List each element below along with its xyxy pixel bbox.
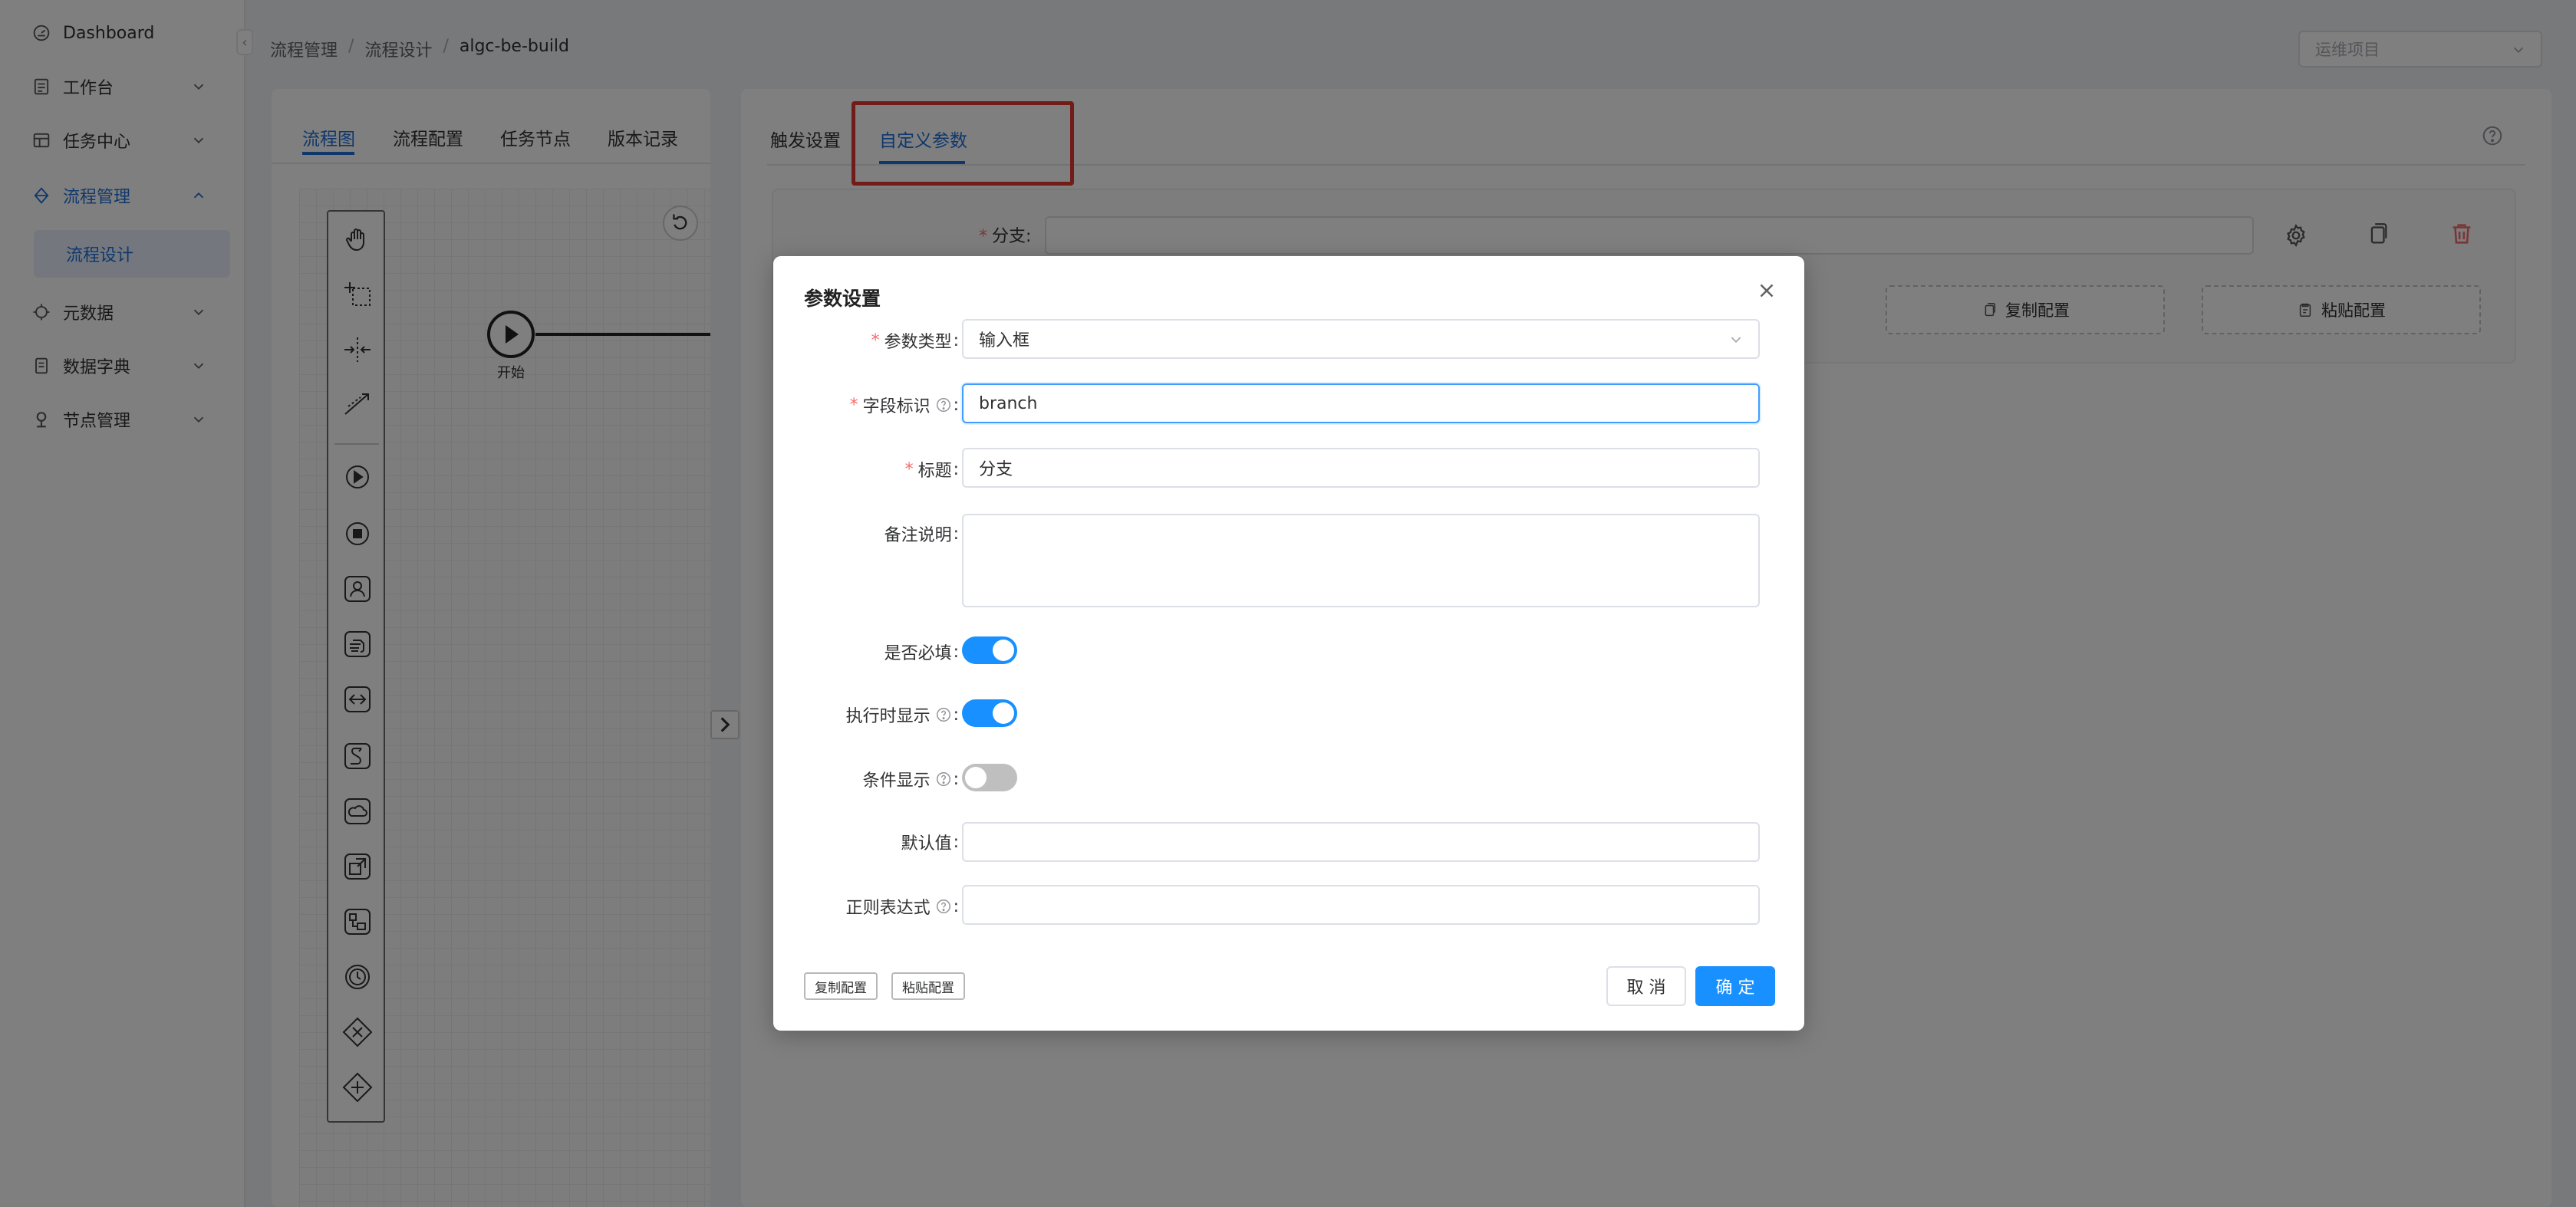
remark-textarea[interactable] [962,514,1760,607]
modal-paste-config-button[interactable]: 粘贴配置 [891,972,965,1000]
label-colon: : [953,832,959,852]
label-colon: : [953,769,959,789]
required-mark: * [849,395,858,415]
label-colon: : [953,642,959,662]
param-type-label: * 参数类型: [871,328,959,353]
dialog-title: 参数设置 [804,288,881,310]
conditional-label: 条件显示 : [863,767,959,791]
required-mark: * [871,331,880,350]
title-input[interactable]: 分支 [962,448,1760,488]
regex-label: 正则表达式 : [846,894,959,919]
label-text: 字段标识 [862,397,931,416]
label-text: 参数类型 [884,333,952,352]
show-on-exec-switch[interactable] [962,699,1017,727]
label-text: 备注说明 [884,526,952,545]
help-icon[interactable] [935,396,952,413]
param-type-value: 输入框 [979,331,1030,350]
default-value-label: 默认值: [901,830,959,854]
label-text: 执行时显示 [845,707,931,726]
label-colon: : [953,705,959,725]
label-text: 默认值 [901,834,952,853]
help-icon[interactable] [935,706,952,723]
label-colon: : [953,395,959,415]
switch-knob [993,702,1014,724]
close-icon[interactable] [1755,279,1778,302]
label-colon: : [953,331,959,350]
help-icon[interactable] [935,771,952,788]
required-label: 是否必填: [884,640,959,664]
field-id-label: * 字段标识 : [850,393,959,417]
remark-label: 备注说明: [884,521,959,546]
label-text: 条件显示 [862,771,931,791]
title-value: 分支 [979,460,1013,479]
switch-knob [993,640,1014,661]
help-icon[interactable] [935,898,952,915]
param-type-select[interactable]: 输入框 [962,319,1760,359]
chevron-down-icon [1728,331,1744,348]
param-settings-dialog: 参数设置 * 参数类型: 输入框 * 字段标识 : branch * 标题: 分… [773,256,1804,1031]
label-colon: : [953,459,959,479]
label-text: 正则表达式 [845,899,931,918]
regex-input[interactable] [962,885,1760,925]
label-text: 是否必填 [884,644,952,663]
conditional-switch[interactable] [962,764,1017,791]
title-label: * 标题: [905,457,959,482]
switch-knob [965,767,987,788]
label-text: 标题 [917,462,952,481]
default-value-input[interactable] [962,822,1760,862]
label-colon: : [953,524,959,544]
required-switch[interactable] [962,636,1017,664]
required-mark: * [904,459,914,479]
field-id-input[interactable]: branch [962,383,1760,423]
field-id-value: branch [979,393,1038,413]
label-colon: : [953,896,959,916]
cancel-button[interactable]: 取 消 [1606,966,1686,1006]
modal-copy-config-button[interactable]: 复制配置 [804,972,878,1000]
show-on-exec-label: 执行时显示 : [846,702,959,727]
confirm-button[interactable]: 确 定 [1695,966,1775,1006]
